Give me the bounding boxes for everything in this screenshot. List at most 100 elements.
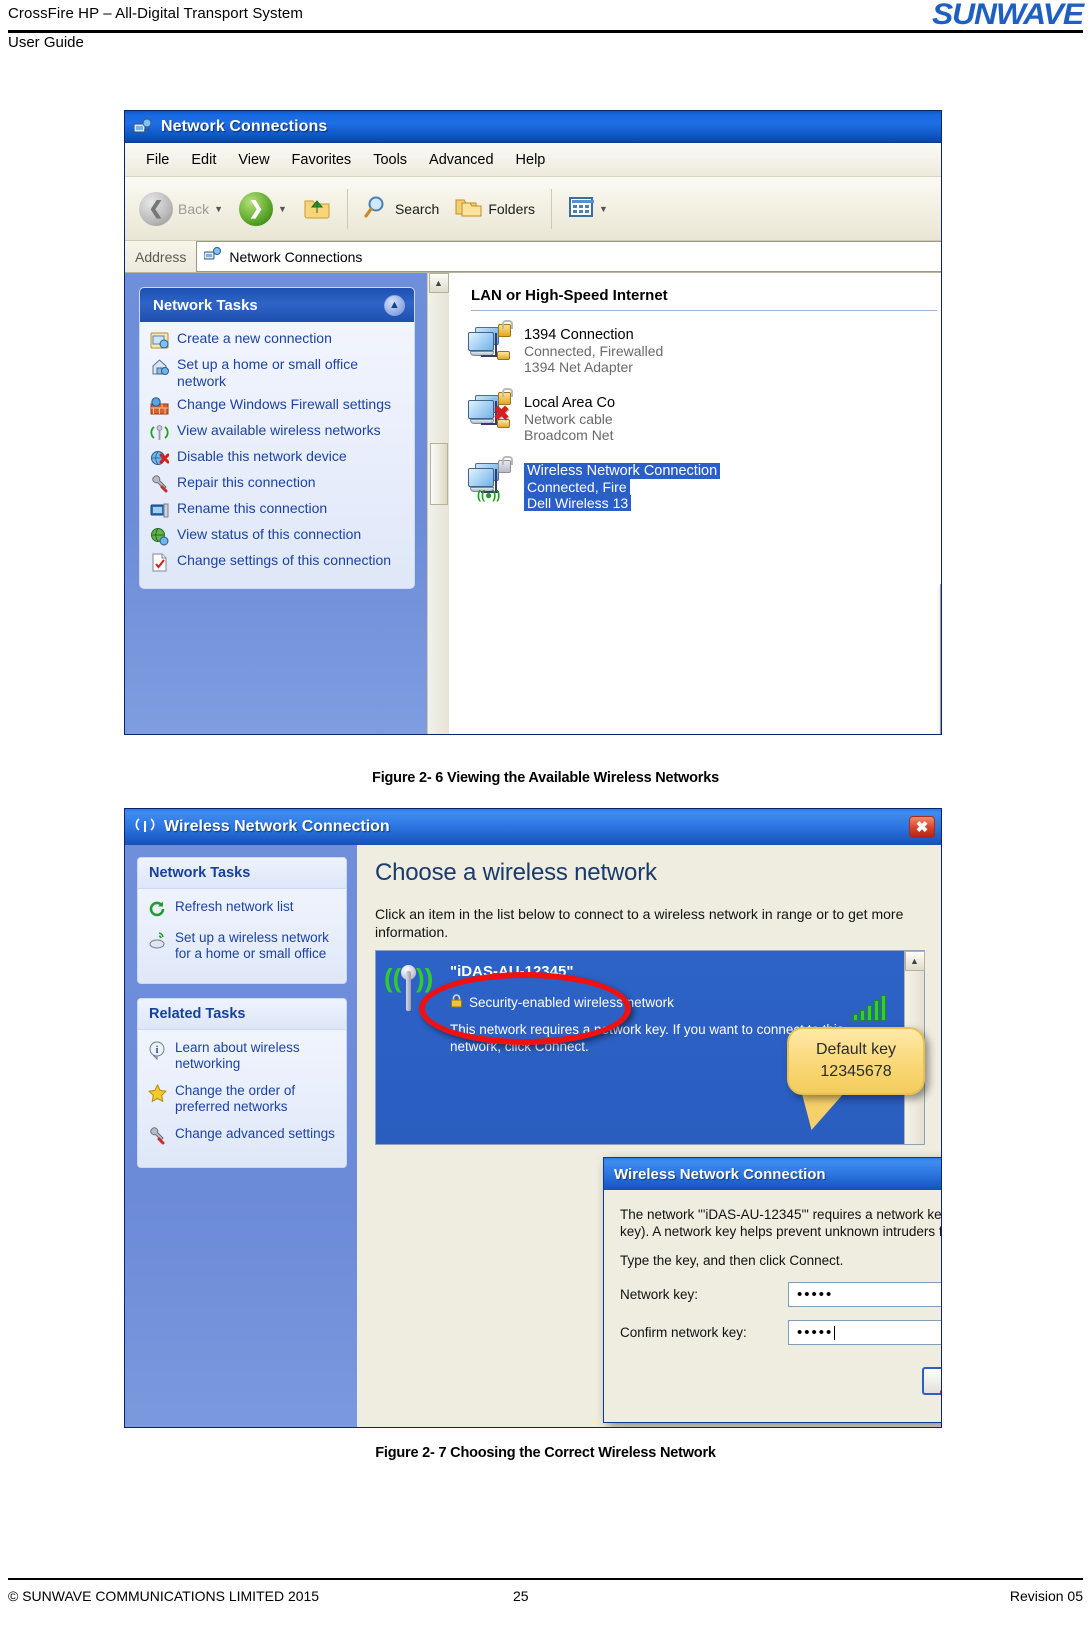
win2-network-tasks-list: Refresh network list Set up a wireless n… bbox=[138, 889, 346, 983]
menu-file[interactable]: File bbox=[135, 149, 180, 171]
context-menu-item-disable[interactable]: Disable bbox=[941, 587, 942, 611]
firewall-icon bbox=[150, 397, 169, 416]
task-rename-connection[interactable]: Rename this connection bbox=[150, 500, 406, 520]
win2-sidebar: Network Tasks Refresh network list Set u… bbox=[125, 845, 357, 1427]
task-refresh-network-list[interactable]: Refresh network list bbox=[148, 899, 338, 919]
default-key-callout: Default key 12345678 bbox=[787, 1027, 925, 1095]
network-tasks-header[interactable]: Network Tasks ▲ bbox=[140, 288, 414, 322]
connections-area: LAN or High-Speed Internet 1394 Connecti… bbox=[449, 273, 941, 734]
address-input[interactable]: Network Connections bbox=[196, 241, 941, 272]
win2-body: Network Tasks Refresh network list Set u… bbox=[125, 845, 942, 1427]
task-setup-home-network[interactable]: Set up a home or small office network bbox=[150, 356, 406, 390]
task-label: Set up a home or small office network bbox=[177, 356, 359, 389]
callout-line-2: 12345678 bbox=[820, 1063, 892, 1080]
star-icon bbox=[147, 1083, 168, 1103]
connection-item-wireless[interactable]: ((●)) Wireless Network Connection Connec… bbox=[467, 456, 797, 511]
wireless-setup-icon bbox=[148, 931, 167, 950]
network-tasks-sidebar: Network Tasks ▲ Create a new connection bbox=[125, 273, 427, 734]
ssid-highlight-annotation bbox=[419, 972, 631, 1045]
task-learn-about-wireless-networking[interactable]: i Learn about wireless networking bbox=[148, 1040, 338, 1072]
task-change-firewall-settings[interactable]: Change Windows Firewall settings bbox=[150, 396, 406, 416]
info-icon: i bbox=[148, 1041, 167, 1061]
address-bar: Address Network Connections bbox=[125, 241, 941, 273]
menu-tools[interactable]: Tools bbox=[362, 149, 418, 171]
win2-related-tasks-panel: Related Tasks i Learn about wireless net… bbox=[137, 998, 347, 1168]
task-create-new-connection[interactable]: Create a new connection bbox=[150, 330, 406, 350]
dialog-titlebar: Wireless Network Connection ✖ bbox=[604, 1158, 941, 1190]
task-change-advanced-settings[interactable]: Change advanced settings bbox=[148, 1126, 338, 1146]
views-chevron-down-icon[interactable]: ▼ bbox=[599, 204, 608, 214]
connection-status: Connected, Fire bbox=[524, 479, 720, 495]
scroll-up-icon[interactable]: ▲ bbox=[904, 951, 925, 971]
win2-related-tasks-list: i Learn about wireless networking Change… bbox=[138, 1030, 346, 1167]
network-key-input[interactable]: ••••• bbox=[788, 1282, 941, 1307]
search-button[interactable]: Search bbox=[358, 191, 445, 226]
dialog-paragraph-1: The network "'iDAS-AU-12345'" requires a… bbox=[620, 1207, 942, 1239]
task-repair-connection[interactable]: Repair this connection bbox=[150, 474, 406, 494]
wireless-adapter-icon: ((●)) bbox=[467, 456, 513, 502]
up-button[interactable] bbox=[297, 190, 337, 227]
forward-chevron-down-icon[interactable]: ▼ bbox=[278, 204, 287, 214]
task-view-available-wireless-networks[interactable]: View available wireless networks bbox=[150, 422, 406, 442]
task-change-order-preferred-networks[interactable]: Change the order of preferred networks bbox=[147, 1083, 338, 1115]
scroll-up-icon[interactable]: ▲ bbox=[428, 273, 449, 293]
group-title: LAN or High-Speed Internet bbox=[471, 287, 668, 304]
forward-button[interactable]: ❯ ▼ bbox=[233, 188, 293, 230]
toolbar-separator-1 bbox=[346, 188, 348, 229]
text-caret bbox=[834, 1325, 836, 1340]
context-menu-item-status[interactable]: Status bbox=[941, 635, 942, 659]
scrollbar-thumb[interactable] bbox=[429, 443, 448, 505]
address-label: Address bbox=[135, 248, 187, 265]
menu-help[interactable]: Help bbox=[505, 149, 557, 171]
disable-device-icon bbox=[150, 449, 170, 468]
connection-item-local-area[interactable]: ✖ Local Area Co Network cable Broadcom N… bbox=[467, 388, 797, 443]
menu-view[interactable]: View bbox=[227, 149, 280, 171]
refresh-icon bbox=[148, 900, 167, 919]
context-menu-item-bridge-connections[interactable]: Bridge Connections bbox=[941, 692, 942, 716]
task-disable-network-device[interactable]: Disable this network device bbox=[150, 448, 406, 468]
task-setup-wireless-network[interactable]: Set up a wireless network for a home or … bbox=[148, 930, 338, 962]
back-arrow-icon: ❮ bbox=[139, 191, 173, 226]
menu-favorites[interactable]: Favorites bbox=[281, 149, 363, 171]
task-label: View status of this connection bbox=[177, 526, 362, 542]
new-connection-icon bbox=[150, 331, 169, 350]
connection-adapter: Dell Wireless 13 bbox=[524, 495, 720, 511]
task-label: Change the order of preferred networks bbox=[175, 1083, 296, 1114]
back-chevron-down-icon[interactable]: ▼ bbox=[214, 204, 223, 214]
context-menu-item-repair[interactable]: Repair bbox=[941, 659, 942, 683]
page-number: 25 bbox=[513, 1588, 529, 1604]
confirm-network-key-label: Confirm network key: bbox=[620, 1325, 747, 1340]
page-header: CrossFire HP – All-Digital Transport Sys… bbox=[0, 0, 1091, 58]
task-change-settings[interactable]: Change settings of this connection bbox=[150, 552, 406, 572]
figure-2-6-caption: Figure 2- 6 Viewing the Available Wirele… bbox=[372, 770, 719, 786]
connect-button[interactable]: Connect bbox=[922, 1367, 941, 1395]
collapse-chevron-up-icon[interactable]: ▲ bbox=[384, 294, 405, 316]
folder-up-icon bbox=[303, 194, 331, 223]
network-connections-window: Network Connections File Edit View Favor… bbox=[124, 110, 942, 735]
menu-edit[interactable]: Edit bbox=[180, 149, 227, 171]
folders-button[interactable]: Folders bbox=[449, 191, 541, 226]
context-menu-item-create-shortcut[interactable]: Create Shortcut bbox=[941, 725, 942, 735]
win2-titlebar: Wireless Network Connection ✖ bbox=[125, 809, 941, 845]
dialog-body: The network "'iDAS-AU-12345'" requires a… bbox=[604, 1190, 942, 1395]
forward-arrow-icon: ❯ bbox=[239, 191, 274, 226]
views-icon bbox=[568, 195, 595, 222]
menu-advanced[interactable]: Advanced bbox=[418, 149, 505, 171]
close-icon[interactable]: ✖ bbox=[909, 816, 935, 838]
content-scrollbar[interactable]: ▲ bbox=[427, 273, 449, 734]
back-button[interactable]: ❮ Back ▼ bbox=[133, 188, 229, 230]
context-menu-item-view-available-wireless-networks[interactable]: View Available Wireless Networks bbox=[941, 611, 942, 635]
task-label: Refresh network list bbox=[175, 899, 294, 914]
confirm-network-key-input[interactable]: ••••• bbox=[788, 1320, 941, 1345]
search-icon bbox=[364, 195, 390, 222]
task-label: Change advanced settings bbox=[175, 1126, 335, 1141]
wireless-icon bbox=[150, 423, 169, 442]
task-view-status[interactable]: View status of this connection bbox=[150, 526, 406, 546]
network-tasks-list: Create a new connection Set up a home or… bbox=[140, 322, 414, 588]
copyright-text: © SUNWAVE COMMUNICATIONS LIMITED 2015 bbox=[8, 1588, 320, 1604]
views-button[interactable]: ▼ bbox=[562, 191, 614, 226]
network-key-dialog: Wireless Network Connection ✖ The networ… bbox=[603, 1157, 942, 1423]
connection-item-1394[interactable]: 1394 Connection Connected, Firewalled 13… bbox=[467, 320, 797, 375]
home-network-icon bbox=[150, 357, 169, 376]
connection-context-menu: Disable View Available Wireless Networks… bbox=[940, 584, 942, 735]
